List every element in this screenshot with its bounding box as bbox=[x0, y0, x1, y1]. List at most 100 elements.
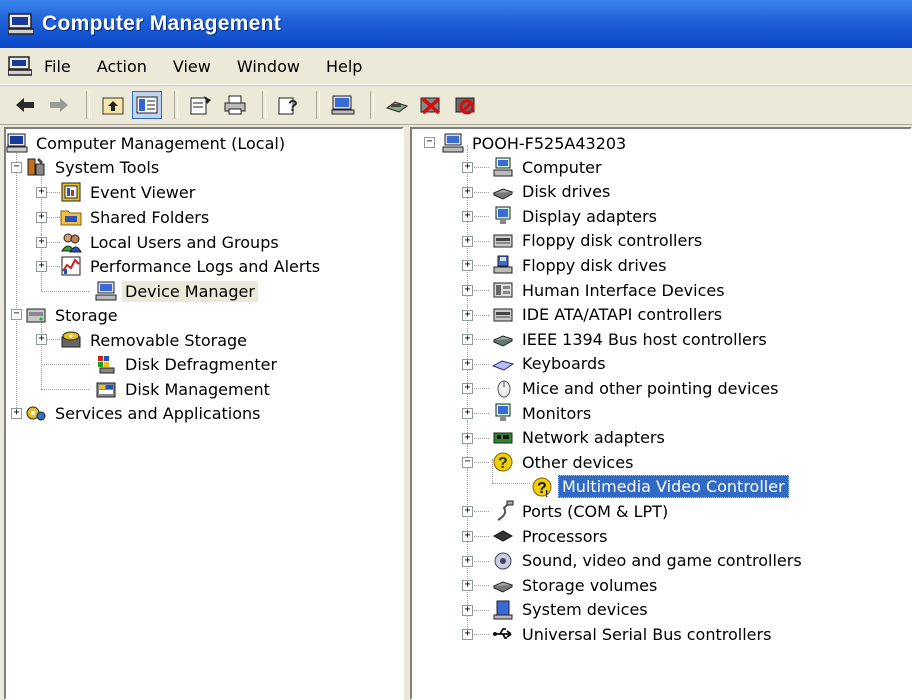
tree-line bbox=[46, 339, 60, 340]
expand-toggle[interactable]: + bbox=[462, 383, 473, 395]
expand-toggle[interactable]: + bbox=[462, 211, 473, 223]
tree-item-local-users-and-groups[interactable]: Local Users and Groups bbox=[60, 230, 282, 254]
tree-item-processors[interactable]: Processors bbox=[492, 524, 610, 548]
tree-item-disk-drives[interactable]: Disk drives bbox=[492, 180, 613, 204]
tree-item-system-devices[interactable]: System devices bbox=[492, 598, 651, 622]
uninstall-icon bbox=[420, 97, 441, 115]
expand-toggle[interactable]: + bbox=[462, 285, 473, 296]
tree-item-human-interface-devices[interactable]: Human Interface Devices bbox=[492, 278, 728, 302]
expand-toggle[interactable]: + bbox=[462, 260, 473, 272]
collapse-toggle[interactable]: − bbox=[462, 457, 473, 469]
menu-view[interactable]: View bbox=[173, 57, 211, 76]
expand-toggle[interactable]: + bbox=[462, 580, 473, 592]
expand-toggle[interactable]: + bbox=[462, 162, 473, 173]
tree-item-ports-com-lpt[interactable]: Ports (COM & LPT) bbox=[492, 499, 671, 523]
toolbar-separator bbox=[86, 91, 90, 119]
scan-hardware-button[interactable] bbox=[328, 91, 358, 119]
toolbar-separator bbox=[262, 91, 266, 119]
system-menu-icon[interactable] bbox=[8, 56, 32, 76]
expand-toggle[interactable]: + bbox=[462, 531, 473, 542]
help-icon: ? bbox=[278, 97, 298, 115]
expand-toggle[interactable]: + bbox=[462, 408, 473, 419]
expand-toggle[interactable]: + bbox=[36, 187, 47, 198]
collapse-toggle[interactable]: − bbox=[11, 162, 22, 173]
expand-toggle[interactable]: + bbox=[462, 629, 473, 641]
back-button[interactable] bbox=[10, 91, 40, 119]
collapse-toggle[interactable]: − bbox=[11, 309, 22, 320]
expand-toggle[interactable]: + bbox=[462, 604, 473, 616]
help-button[interactable]: ? bbox=[274, 91, 304, 119]
expand-toggle[interactable]: + bbox=[36, 212, 47, 223]
tree-item-disk-management[interactable]: Disk Management bbox=[95, 377, 273, 401]
expand-toggle[interactable]: + bbox=[36, 261, 47, 272]
tree-item-other-devices[interactable]: ? Other devices bbox=[492, 450, 636, 474]
tree-item-system-tools[interactable]: System Tools bbox=[25, 155, 162, 179]
tree-item-computer[interactable]: Computer bbox=[492, 155, 605, 179]
collapse-toggle[interactable]: − bbox=[424, 137, 435, 148]
expand-toggle[interactable]: + bbox=[462, 235, 473, 247]
tree-item-label: Storage bbox=[55, 305, 118, 325]
forward-button[interactable] bbox=[44, 91, 74, 119]
tree-item-label: Shared Folders bbox=[90, 207, 210, 227]
tree-item-floppy-disk-drives[interactable]: Floppy disk drives bbox=[492, 253, 669, 277]
menu-file[interactable]: File bbox=[44, 57, 71, 76]
expand-toggle[interactable]: + bbox=[462, 432, 473, 444]
update-driver-button[interactable] bbox=[382, 91, 412, 119]
removable-storage-icon bbox=[61, 331, 81, 348]
tree-item-device-manager[interactable]: Device Manager bbox=[95, 279, 258, 303]
tree-item-network-adapters[interactable]: Network adapters bbox=[492, 426, 668, 450]
title-bar[interactable]: Computer Management bbox=[0, 0, 912, 48]
menu-action[interactable]: Action bbox=[97, 57, 147, 76]
floppy-drive-icon bbox=[493, 255, 513, 274]
tree-item-label: System Tools bbox=[55, 157, 160, 177]
storage-volume-icon bbox=[492, 581, 514, 593]
expand-toggle[interactable]: + bbox=[36, 334, 47, 345]
tree-item-services-and-applications[interactable]: Services and Applications bbox=[25, 401, 263, 425]
expand-toggle[interactable]: + bbox=[462, 555, 473, 567]
tree-item-sound-video-and-game-controllers[interactable]: Sound, video and game controllers bbox=[492, 549, 805, 573]
menu-window[interactable]: Window bbox=[237, 57, 300, 76]
tree-item-mice-and-other-pointing-devices[interactable]: Mice and other pointing devices bbox=[492, 376, 781, 400]
expand-toggle[interactable]: + bbox=[462, 334, 473, 346]
tree-item-universal-serial-bus-controllers[interactable]: Universal Serial Bus controllers bbox=[492, 622, 774, 646]
tree-item-display-adapters[interactable]: Display adapters bbox=[492, 204, 660, 228]
tree-item-label: System devices bbox=[522, 600, 648, 620]
expand-toggle[interactable]: + bbox=[462, 309, 473, 321]
tree-item-root-computer[interactable]: POOH-F525A43203 bbox=[442, 131, 629, 155]
warning-question-icon: ?! bbox=[532, 477, 552, 498]
computer-management-icon bbox=[8, 13, 34, 35]
expand-toggle[interactable]: + bbox=[462, 506, 473, 518]
console-tree[interactable]: − + + + + − + + Computer Management (Loc… bbox=[4, 127, 404, 700]
tree-item-ide-ata-atapi-controllers[interactable]: IDE ATA/ATAPI controllers bbox=[492, 303, 725, 327]
tree-item-ieee-1394-bus-host-controllers[interactable]: IEEE 1394 Bus host controllers bbox=[492, 327, 770, 351]
print-button[interactable] bbox=[220, 91, 250, 119]
tree-item-keyboards[interactable]: Keyboards bbox=[492, 352, 609, 376]
human-interface-device-icon bbox=[493, 282, 513, 298]
tree-item-removable-storage[interactable]: Removable Storage bbox=[60, 328, 250, 352]
expand-toggle[interactable]: + bbox=[11, 408, 22, 419]
menu-help[interactable]: Help bbox=[326, 57, 362, 76]
tree-item-disk-defragmenter[interactable]: Disk Defragmenter bbox=[95, 352, 280, 376]
uninstall-button[interactable] bbox=[416, 91, 446, 119]
properties-button[interactable] bbox=[186, 91, 216, 119]
tree-item-monitors[interactable]: Monitors bbox=[492, 401, 594, 425]
show-hide-console-tree-button[interactable] bbox=[132, 91, 162, 119]
tree-item-label: Ports (COM & LPT) bbox=[522, 501, 669, 521]
services-applications-icon bbox=[26, 406, 46, 421]
up-one-level-button[interactable] bbox=[98, 91, 128, 119]
tree-item-storage[interactable]: Storage bbox=[25, 303, 121, 327]
tree-item-computer-management-local[interactable]: Computer Management (Local) bbox=[6, 131, 288, 155]
device-tree[interactable]: − POOH-F525A43203 + Computer + Disk drives +… bbox=[410, 127, 912, 700]
tree-item-shared-folders[interactable]: Shared Folders bbox=[60, 205, 212, 229]
tree-item-multimedia-video-controller[interactable]: ?! Multimedia Video Controller bbox=[531, 475, 789, 499]
tree-item-event-viewer[interactable]: Event Viewer bbox=[60, 180, 198, 204]
expand-toggle[interactable]: + bbox=[36, 237, 47, 248]
computer-management-window: Computer Management File Action View Win… bbox=[0, 0, 912, 700]
tree-item-storage-volumes[interactable]: Storage volumes bbox=[492, 573, 660, 597]
expand-toggle[interactable]: + bbox=[462, 186, 473, 198]
tree-item-performance-logs-and-alerts[interactable]: Performance Logs and Alerts bbox=[60, 254, 323, 278]
disable-button[interactable] bbox=[450, 91, 480, 119]
expand-toggle[interactable]: + bbox=[462, 358, 473, 370]
tree-item-floppy-disk-controllers[interactable]: Floppy disk controllers bbox=[492, 229, 705, 253]
other-devices-question-icon: ? bbox=[493, 452, 513, 472]
